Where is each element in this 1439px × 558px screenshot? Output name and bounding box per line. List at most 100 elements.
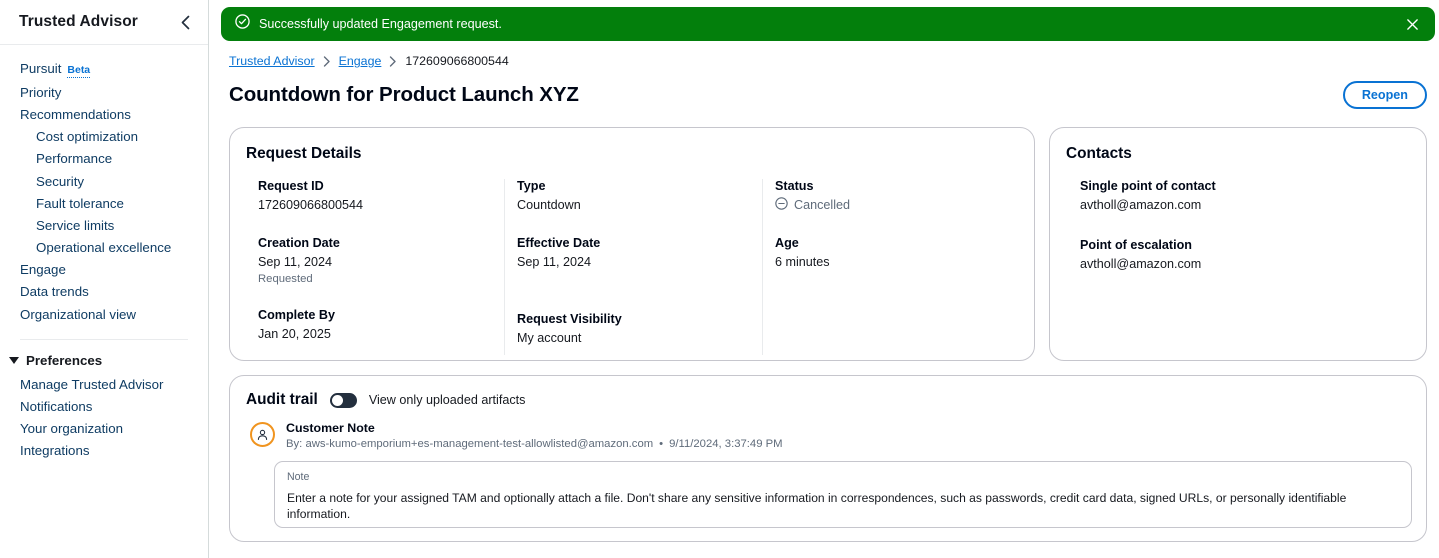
field-value: avtholl@amazon.com [1080, 257, 1202, 271]
sidebar-item-recommendations[interactable]: Recommendations [0, 103, 208, 125]
field-label: Request ID [258, 179, 324, 193]
field-label: Age [775, 236, 799, 250]
field-label: Single point of contact [1080, 179, 1216, 193]
sidebar-item-your-organization[interactable]: Your organization [0, 418, 208, 440]
chevron-right-icon [323, 55, 331, 67]
request-details-title: Request Details [246, 145, 362, 162]
note-label: Note [287, 471, 310, 483]
status-badge: Cancelled [775, 197, 1000, 213]
audit-trail-entry: Customer Note By: aws-kumo-emporium+es-m… [246, 421, 1412, 450]
sidebar-item-organizational-view[interactable]: Organizational view [0, 303, 208, 325]
request-details-column-3: Status Cancelled Age 6 minutes [762, 179, 1016, 355]
field-value: avtholl@amazon.com [1080, 198, 1202, 212]
sidebar-title: Trusted Advisor [19, 13, 138, 30]
meta-separator: • [659, 438, 664, 450]
audit-entry-author: By: aws-kumo-emporium+es-management-test… [286, 438, 654, 450]
chevron-left-icon[interactable] [176, 13, 194, 31]
success-check-circle-icon [235, 14, 250, 34]
field-complete-by: Complete By Jan 20, 2025 [258, 308, 488, 342]
field-request-id: Request ID 172609066800544 [258, 179, 488, 213]
breadcrumb-item-trusted-advisor[interactable]: Trusted Advisor [229, 54, 315, 68]
caret-down-icon [9, 357, 19, 365]
app-root: Trusted Advisor Pursuit Beta Priority Rec… [0, 0, 1439, 558]
sidebar-item-performance[interactable]: Performance [0, 148, 208, 170]
field-value: My account [517, 331, 582, 345]
cards-row: Request Details Request ID 1726090668005… [219, 109, 1435, 361]
main-content: Successfully updated Engagement request.… [209, 0, 1439, 558]
sidebar-item-priority[interactable]: Priority [0, 81, 208, 103]
field-label: Creation Date [258, 236, 340, 250]
field-value: 172609066800544 [258, 198, 364, 212]
breadcrumb: Trusted Advisor Engage 172609066800544 [219, 48, 1435, 68]
page-title: Countdown for Product Launch XYZ [229, 83, 579, 106]
field-point-of-escalation: Point of escalation avtholl@amazon.com [1080, 238, 1408, 272]
cancelled-circle-minus-icon [775, 197, 788, 213]
sidebar-item-operational-excellence[interactable]: Operational excellence [0, 237, 208, 259]
contacts-title: Contacts [1066, 145, 1132, 162]
flashbar-message-group: Successfully updated Engagement request. [235, 14, 1399, 34]
field-value: Jan 20, 2025 [258, 327, 331, 341]
field-value: 6 minutes [775, 255, 830, 269]
beta-badge: Beta [67, 63, 91, 78]
field-label: Complete By [258, 308, 335, 322]
audit-trail-header: Audit trail View only uploaded artifacts [246, 391, 1412, 409]
sidebar-item-label: Pursuit [20, 60, 62, 76]
field-value: Sep 11, 2024 [517, 255, 591, 269]
audit-entry-meta: By: aws-kumo-emporium+es-management-test… [286, 438, 1412, 450]
audit-trail-title: Audit trail [246, 391, 318, 408]
field-label: Request Visibility [517, 312, 622, 326]
field-label: Type [517, 179, 546, 193]
toggle-knob [331, 394, 343, 406]
breadcrumb-item-current: 172609066800544 [405, 54, 509, 68]
field-label: Point of escalation [1080, 238, 1192, 252]
field-single-point-of-contact: Single point of contact avtholl@amazon.c… [1080, 179, 1408, 213]
sidebar-item-engage[interactable]: Engage [0, 259, 208, 281]
request-details-column-1: Request ID 172609066800544 Creation Date… [246, 179, 504, 355]
sidebar-section-label: Preferences [26, 353, 103, 369]
note-field[interactable]: Note Enter a note for your assigned TAM … [274, 461, 1412, 528]
audit-trail-card: Audit trail View only uploaded artifacts… [229, 375, 1427, 542]
audit-entry-title: Customer Note [286, 421, 375, 435]
sidebar-preferences-list: Manage Trusted Advisor Notifications You… [0, 373, 208, 462]
sidebar-item-service-limits[interactable]: Service limits [0, 214, 208, 236]
flashbar-message: Successfully updated Engagement request. [259, 17, 502, 31]
contacts-card: Contacts Single point of contact avtholl… [1049, 127, 1427, 361]
field-label: Status [775, 179, 814, 193]
field-type: Type Countdown [517, 179, 746, 213]
view-only-uploaded-artifacts-toggle[interactable] [329, 392, 357, 408]
chevron-right-icon [389, 55, 397, 67]
sidebar-section-preferences[interactable]: Preferences [0, 340, 208, 373]
request-details-column-2: Type Countdown Effective Date Sep 11, 20… [504, 179, 762, 355]
field-creation-date: Creation Date Sep 11, 2024 Requested [258, 236, 488, 285]
toggle-label: View only uploaded artifacts [368, 393, 526, 407]
field-status: Status Cancelled [775, 179, 1000, 213]
field-value: Sep 11, 2024 [258, 255, 332, 269]
note-text: Enter a note for your assigned TAM and o… [287, 491, 1347, 521]
sidebar-item-notifications[interactable]: Notifications [0, 395, 208, 417]
request-details-card: Request Details Request ID 1726090668005… [229, 127, 1035, 361]
page-header: Countdown for Product Launch XYZ Reopen [219, 68, 1435, 109]
close-icon[interactable] [1399, 11, 1425, 37]
sidebar-item-pursuit[interactable]: Pursuit Beta [0, 57, 208, 81]
breadcrumb-item-engage[interactable]: Engage [339, 54, 382, 68]
sidebar-nav: Pursuit Beta Priority Recommendations Cos… [0, 45, 208, 325]
field-effective-date: Effective Date Sep 11, 2024 [517, 236, 746, 270]
status-label: Cancelled [794, 198, 851, 212]
sidebar: Trusted Advisor Pursuit Beta Priority Rec… [0, 0, 209, 558]
contacts-body: Single point of contact avtholl@amazon.c… [1066, 179, 1408, 272]
audit-entry-body: Customer Note By: aws-kumo-emporium+es-m… [286, 421, 1412, 450]
sidebar-item-security[interactable]: Security [0, 170, 208, 192]
reopen-button[interactable]: Reopen [1342, 81, 1427, 109]
field-request-visibility: Request Visibility My account [517, 312, 746, 346]
field-age: Age 6 minutes [775, 236, 1000, 270]
page-body: Trusted Advisor Engage 172609066800544 C… [209, 48, 1439, 558]
sidebar-item-data-trends[interactable]: Data trends [0, 281, 208, 303]
success-flashbar: Successfully updated Engagement request. [221, 7, 1435, 41]
field-sub-value: Requested [258, 273, 313, 285]
sidebar-item-manage-trusted-advisor[interactable]: Manage Trusted Advisor [0, 373, 208, 395]
sidebar-item-fault-tolerance[interactable]: Fault tolerance [0, 192, 208, 214]
user-avatar-icon [250, 422, 275, 447]
sidebar-item-integrations[interactable]: Integrations [0, 440, 208, 462]
field-label: Effective Date [517, 236, 601, 250]
sidebar-item-cost-optimization[interactable]: Cost optimization [0, 126, 208, 148]
